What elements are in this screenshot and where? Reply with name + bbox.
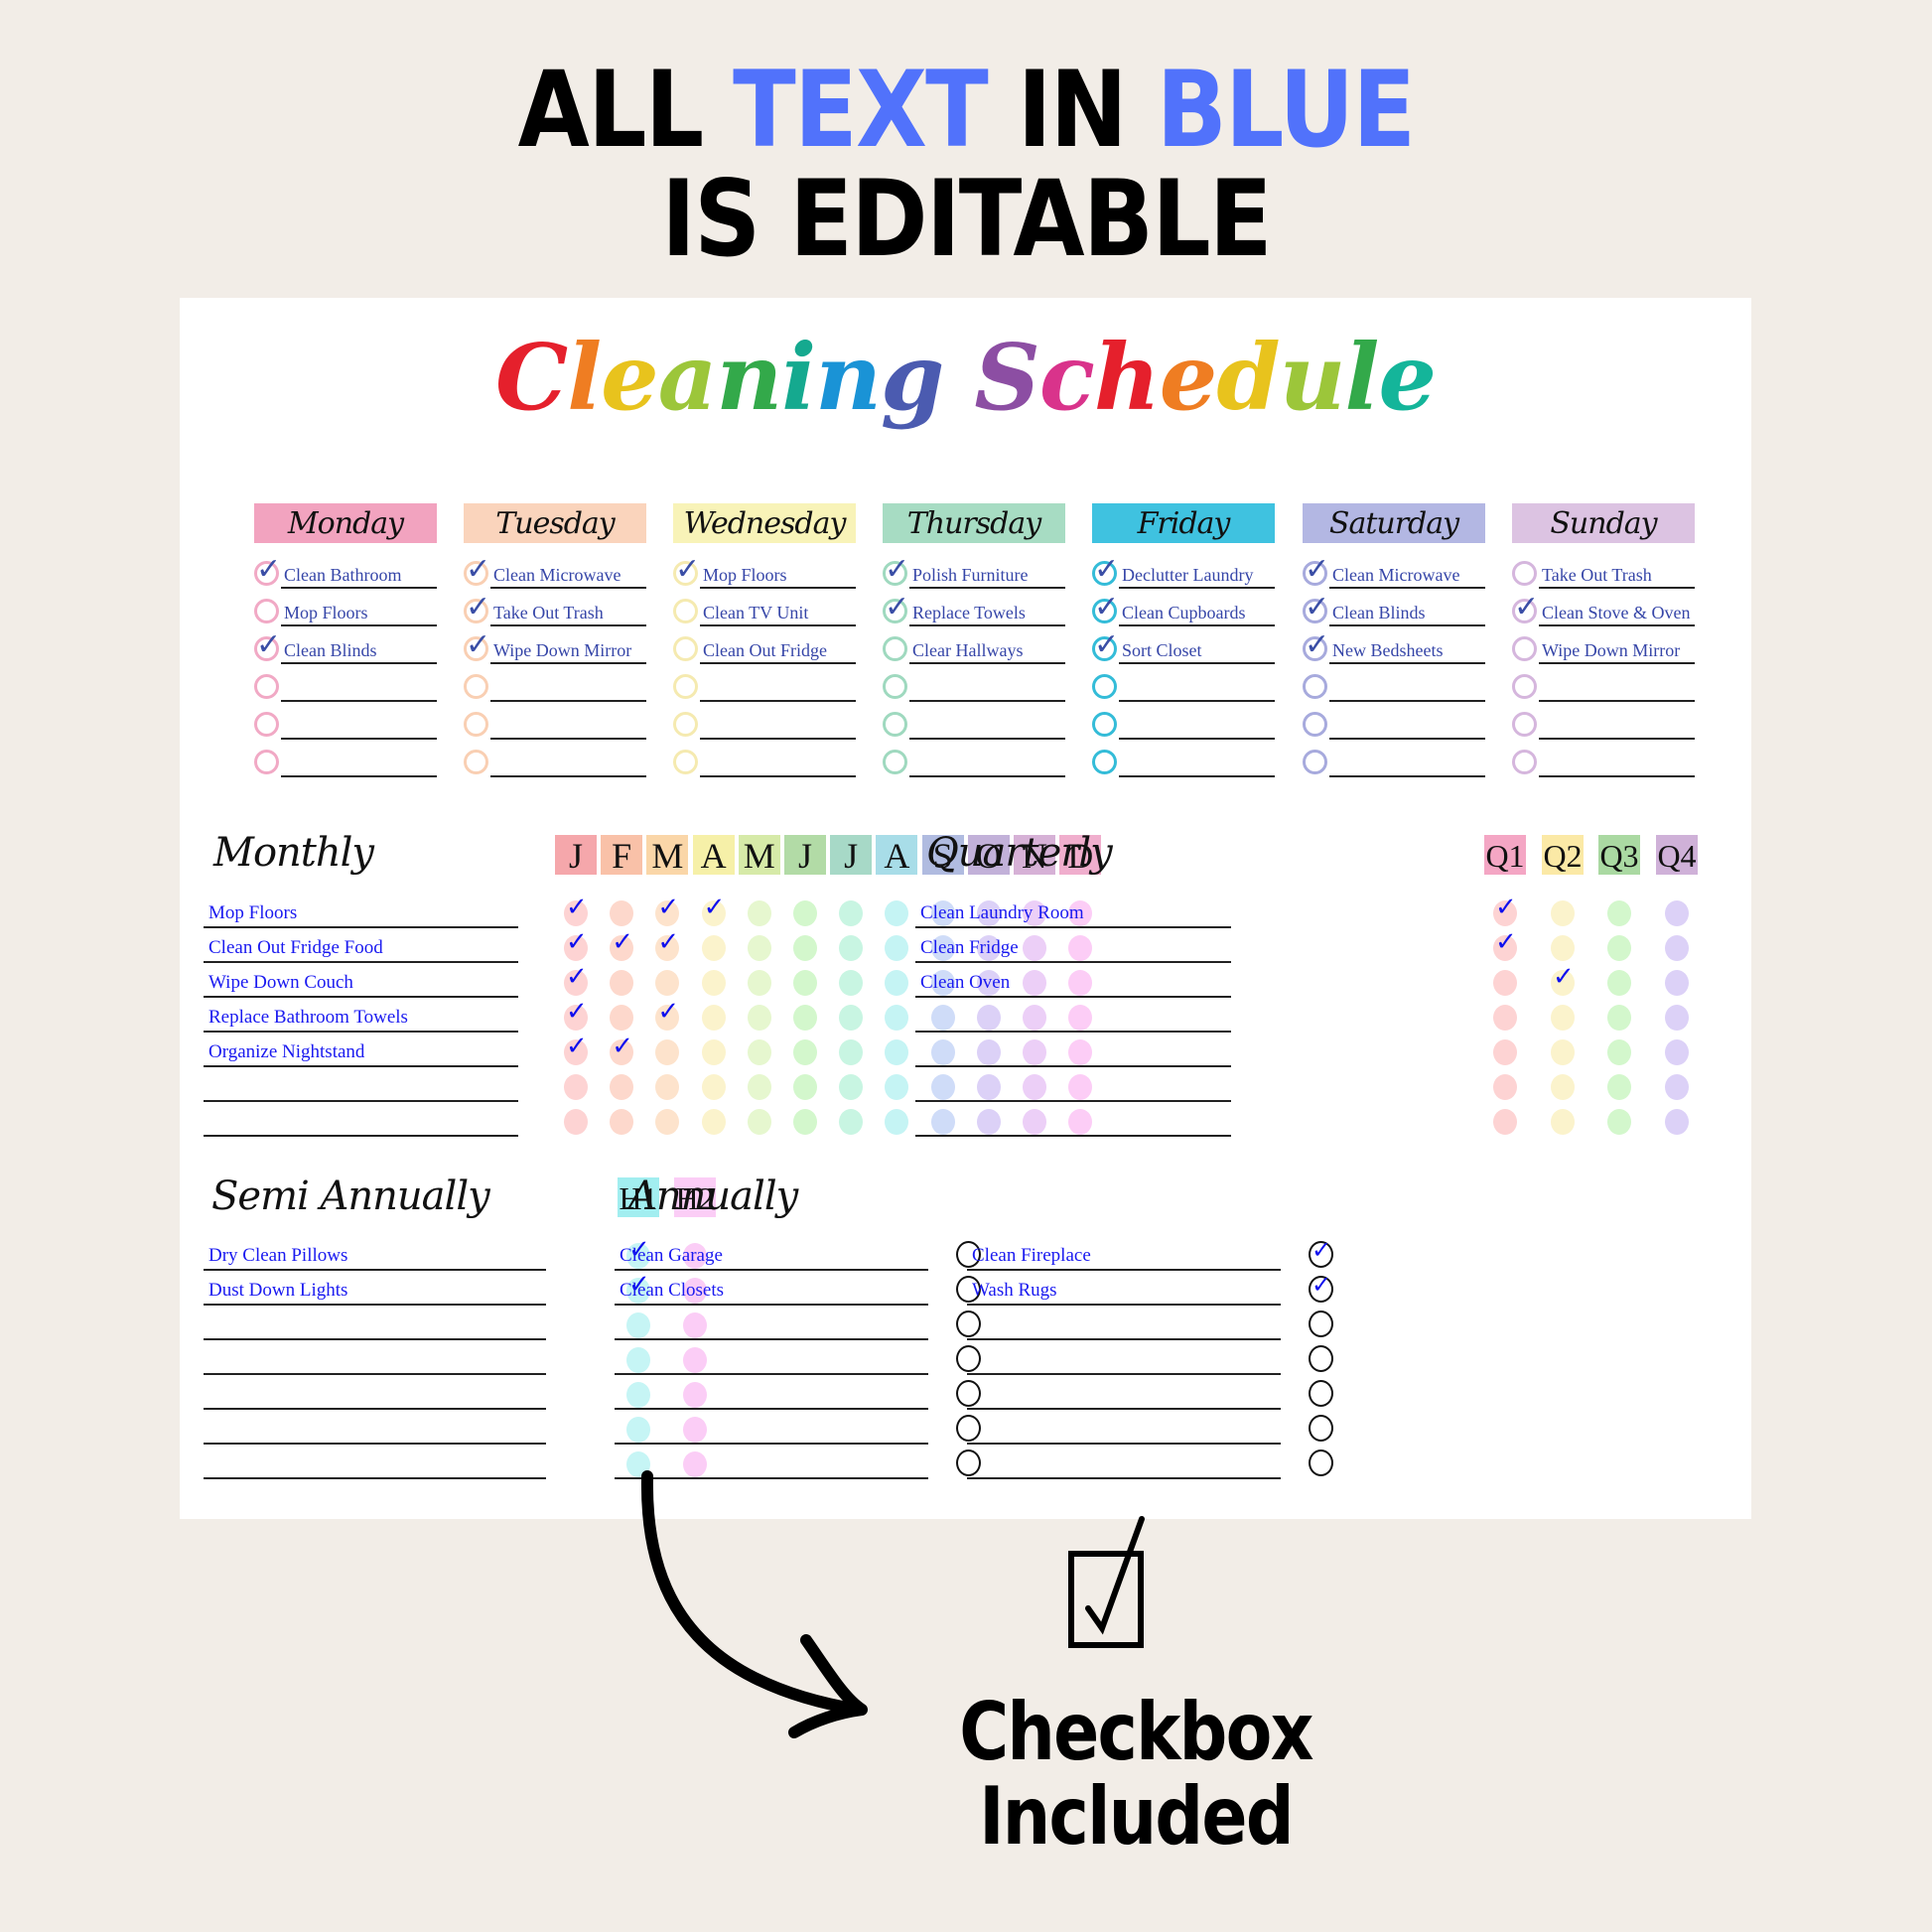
arrow-head-icon bbox=[788, 1634, 868, 1738]
promo-line-2: Included bbox=[979, 1770, 1294, 1863]
checkbox-sketch-icon bbox=[1068, 1516, 1145, 1648]
decorations bbox=[640, 1470, 1145, 1738]
promo-line-1: Checkbox bbox=[959, 1686, 1313, 1778]
